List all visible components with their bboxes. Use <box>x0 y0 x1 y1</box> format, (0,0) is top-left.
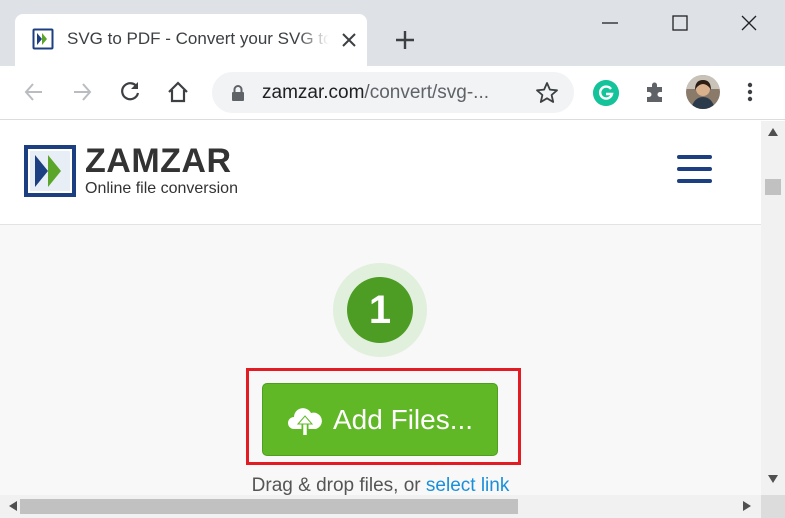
scroll-left-arrow-icon[interactable] <box>8 500 18 512</box>
address-bar[interactable]: zamzar.com/convert/svg-... <box>212 72 574 113</box>
window-close-icon[interactable] <box>736 10 762 36</box>
url-path: /convert/svg-... <box>364 82 490 103</box>
step-indicator: 1 <box>333 263 427 357</box>
drag-drop-text: Drag & drop files, or <box>251 475 421 495</box>
horizontal-scroll-thumb[interactable] <box>20 499 518 514</box>
zamzar-logo-icon[interactable] <box>24 145 76 197</box>
drag-drop-hint: Drag & drop files, or select link <box>0 475 761 495</box>
vertical-scroll-thumb[interactable] <box>765 179 781 195</box>
tab-strip: SVG to PDF - Convert your SVG to PDF for… <box>0 0 785 66</box>
hamburger-menu-icon[interactable] <box>677 155 712 183</box>
brand-name[interactable]: ZAMZAR <box>85 141 232 181</box>
forward-arrow-icon[interactable] <box>69 79 95 105</box>
star-icon[interactable] <box>534 80 560 106</box>
scrollbar-corner <box>761 495 785 518</box>
lock-icon <box>232 85 244 101</box>
browser-window: SVG to PDF - Convert your SVG to PDF for… <box>0 0 785 518</box>
web-page: ZAMZAR ™ Online file conversion 1 Add Fi… <box>0 121 761 495</box>
home-icon[interactable] <box>165 79 191 105</box>
cloud-upload-icon <box>288 408 322 435</box>
trademark-mark: ™ <box>218 150 225 157</box>
tab-svg-to-pdf[interactable]: SVG to PDF - Convert your SVG to PDF for… <box>15 14 367 66</box>
site-header: ZAMZAR ™ Online file conversion <box>0 121 761 225</box>
brand-tagline: Online file conversion <box>85 180 238 197</box>
back-arrow-icon[interactable] <box>21 79 47 105</box>
add-files-button[interactable]: Add Files... <box>262 383 498 456</box>
puzzle-icon[interactable] <box>642 79 668 105</box>
step-number: 1 <box>347 277 413 343</box>
url-host: zamzar.com <box>262 82 365 103</box>
browser-toolbar: zamzar.com/convert/svg-... <box>0 66 785 120</box>
horizontal-scrollbar[interactable] <box>0 495 761 518</box>
close-tab-icon[interactable] <box>337 28 361 52</box>
minimize-icon[interactable] <box>597 10 623 36</box>
maximize-icon[interactable] <box>667 10 693 36</box>
new-tab-icon[interactable] <box>392 27 418 53</box>
hamburger-bar <box>677 167 712 171</box>
grammarly-icon[interactable] <box>593 80 619 106</box>
hamburger-bar <box>677 155 712 159</box>
scroll-down-arrow-icon[interactable] <box>767 474 779 484</box>
vertical-scrollbar[interactable] <box>761 121 785 495</box>
reload-icon[interactable] <box>117 79 143 105</box>
converter-step-area: 1 Add Files... Drag & drop files, or sel… <box>0 225 761 495</box>
zamzar-favicon-icon <box>32 28 54 50</box>
tab-title: SVG to PDF - Convert your SVG to PDF for… <box>67 29 329 48</box>
more-vert-icon[interactable] <box>737 79 763 105</box>
add-files-label: Add Files... <box>333 404 474 435</box>
hamburger-bar <box>677 179 712 183</box>
scroll-right-arrow-icon[interactable] <box>742 500 752 512</box>
select-link[interactable]: select link <box>426 475 509 495</box>
scroll-up-arrow-icon[interactable] <box>767 127 779 137</box>
avatar[interactable] <box>686 75 720 109</box>
url-text[interactable]: zamzar.com/convert/svg-... <box>262 82 524 104</box>
